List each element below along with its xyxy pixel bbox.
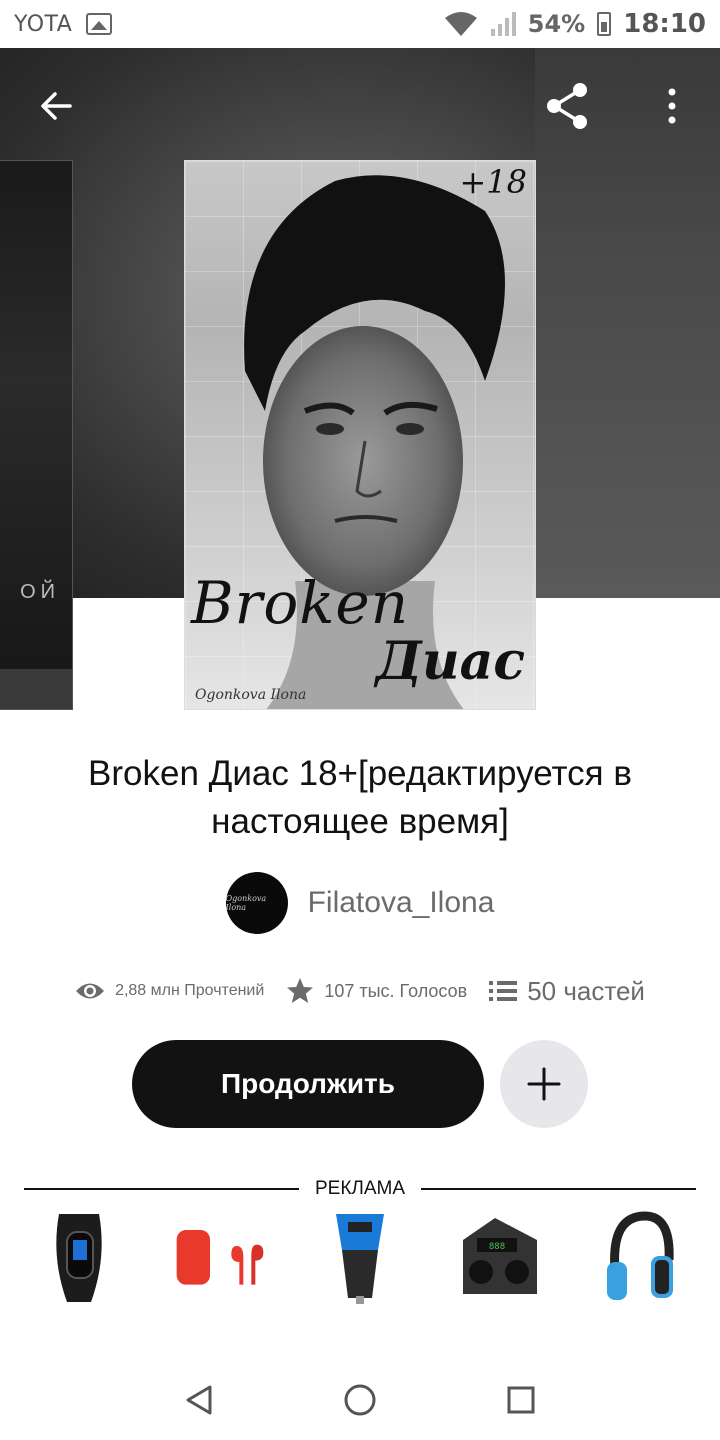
book-cover[interactable]: +18 Broken Диас Ogonkova Ilona: [184, 160, 536, 710]
signal-icon: [490, 12, 516, 36]
ad-item-fitness-band[interactable]: [30, 1208, 130, 1308]
avatar-text: Ogonkova Ilona: [225, 894, 267, 912]
nav-home-icon[interactable]: [343, 1383, 377, 1417]
wireless-earbuds-icon: 888: [463, 1218, 537, 1294]
book-title: Broken Диас 18+[редактируется в настояще…: [88, 754, 632, 841]
more-options-button[interactable]: [644, 78, 700, 134]
previous-book-cover[interactable]: ОЙ: [0, 160, 73, 710]
ad-header: РЕКЛАМА: [24, 1174, 696, 1204]
eye-icon: [76, 983, 105, 999]
nav-back-icon[interactable]: [184, 1384, 214, 1416]
svg-text:888: 888: [489, 1242, 505, 1252]
plus-icon: [527, 1067, 561, 1101]
red-earbuds-icon: [176, 1230, 264, 1285]
cover-title-line1: Broken: [191, 569, 410, 637]
nav-recents-icon[interactable]: [506, 1385, 536, 1415]
votes-count: 107 тыс. Голосов: [324, 980, 468, 1001]
fitness-band-icon: [56, 1214, 102, 1302]
author-avatar[interactable]: Ogonkova Ilona: [225, 872, 288, 934]
image-notification-icon: [86, 13, 113, 35]
parts-count: 50 частей: [527, 975, 645, 1006]
ad-item-car-charger[interactable]: [310, 1208, 410, 1308]
book-stats: 2,88 млн Прочтений 107 тыс. Голосов 50 ч…: [0, 966, 720, 1016]
car-charger-icon: [336, 1214, 384, 1304]
add-to-library-button[interactable]: [500, 1040, 588, 1128]
ad-label: РЕКЛАМА: [314, 1178, 406, 1199]
back-button[interactable]: [28, 78, 84, 134]
cover-age-mark: +18: [459, 163, 527, 201]
ad-carousel[interactable]: 888: [30, 1206, 690, 1310]
cover-band: [0, 669, 72, 709]
arrow-left-icon: [41, 92, 72, 120]
battery-percent: 54%: [527, 10, 586, 38]
ad-divider-right: [421, 1188, 696, 1190]
ad-item-headphones[interactable]: [590, 1208, 690, 1308]
ad-divider-left: [24, 1188, 299, 1190]
votes-stat: 107 тыс. Голосов: [286, 977, 467, 1005]
parts-stat[interactable]: 50 частей: [489, 976, 645, 1007]
list-icon: [489, 981, 518, 1001]
cover-title-line2: Диас: [375, 631, 525, 692]
battery-icon: [597, 12, 612, 36]
ad-item-red-earbuds[interactable]: [170, 1208, 270, 1308]
share-button[interactable]: [540, 78, 596, 134]
headphones-icon: [607, 1211, 674, 1300]
reads-count: 2,88 млн Прочтений: [115, 982, 265, 999]
system-nav-bar: [0, 1360, 720, 1440]
carrier-name: YOTA: [14, 11, 73, 37]
continue-reading-button[interactable]: Продолжить: [132, 1040, 484, 1128]
ad-item-wireless-earbuds[interactable]: 888: [450, 1208, 550, 1308]
share-icon: [547, 83, 587, 129]
star-icon: [287, 978, 314, 1003]
wifi-icon: [444, 12, 477, 36]
reads-stat: 2,88 млн Прочтений: [75, 980, 264, 1002]
more-vertical-icon: [668, 88, 676, 124]
author-row[interactable]: Ogonkova Ilona Filatova_Ilona: [0, 872, 720, 934]
previous-cover-text: ОЙ: [20, 581, 60, 603]
status-right: 54% 18:10: [444, 9, 706, 39]
clock: 18:10: [623, 9, 706, 39]
status-bar: YOTA 54% 18:10: [0, 0, 720, 48]
author-name[interactable]: Filatova_Ilona: [308, 886, 495, 920]
cover-author-signature: Ogonkova Ilona: [195, 687, 307, 703]
